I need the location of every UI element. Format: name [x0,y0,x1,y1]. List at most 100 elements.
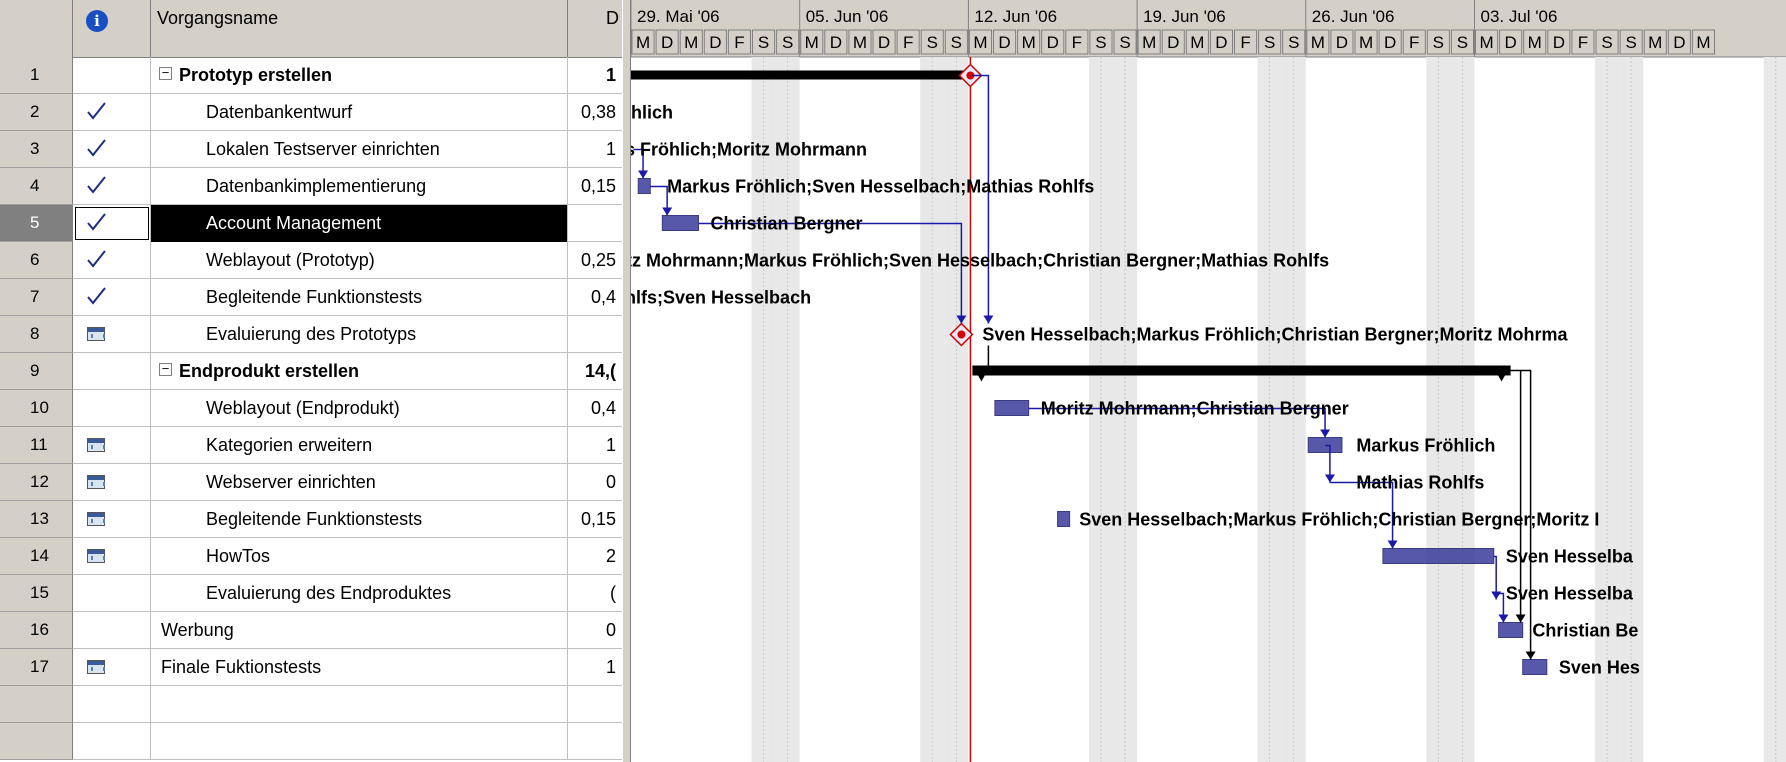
duration-cell[interactable]: 0,4 [568,390,622,427]
duration-cell[interactable]: 1 [568,57,622,94]
resource-label: itz Mohrmann;Markus Fröhlich;Sven Hessel… [631,251,1329,271]
day-label: F [1072,33,1082,52]
task-name-cell[interactable]: Kategorien erweitern [151,427,568,464]
day-label: D [1167,33,1179,52]
table-row[interactable]: 12 Webserver einrichten 0 [0,464,622,501]
day-label: M [1311,33,1325,52]
task-name-cell[interactable]: Weblayout (Endprodukt) [151,390,568,427]
header-task-name[interactable]: Vorgangsname [151,0,568,57]
table-row[interactable]: 16 Werbung 0 [0,612,622,649]
day-label: M [636,33,650,52]
duration-value: 0,15 [580,509,616,529]
task-name-cell[interactable] [151,686,568,723]
table-row[interactable]: 4 Datenbankimplementierung 0,15 [0,168,622,205]
duration-value: 0 [605,472,616,492]
link-4-5-arrow [662,207,673,216]
task-name-cell[interactable]: − Endprodukt erstellen [151,353,568,390]
task-name-cell[interactable]: − Prototyp erstellen [151,57,568,94]
row-number[interactable]: 10 [0,390,73,427]
empty-row[interactable] [0,723,622,760]
row-number-label: 14 [30,546,49,565]
table-row[interactable]: 9 − Endprodukt erstellen 14,( [0,353,622,390]
header-row-number[interactable] [0,0,73,57]
duration-cell[interactable]: 2 [568,538,622,575]
table-row[interactable]: 3 Lokalen Testserver einrichten 1 [0,131,622,168]
duration-cell[interactable]: ( [568,575,622,612]
duration-cell[interactable]: 0,38 [568,94,622,131]
row-number[interactable]: 11 [0,427,73,464]
task-name-cell[interactable]: Webserver einrichten [151,464,568,501]
row-number[interactable]: 13 [0,501,73,538]
table-row[interactable]: 8 Evaluierung des Prototyps [0,316,622,353]
task-name-cell[interactable] [151,723,568,760]
resource-label: Mathias Rohlfs [1356,473,1484,493]
duration-cell[interactable]: 1 [568,649,622,686]
row-number[interactable]: 14 [0,538,73,575]
task-name-cell[interactable]: Evaluierung des Endproduktes [151,575,568,612]
table-row[interactable]: 10 Weblayout (Endprodukt) 0,4 [0,390,622,427]
table-row[interactable]: 1 − Prototyp erstellen 1 [0,57,622,94]
table-row[interactable]: 2 Datenbankentwurf 0,38 [0,94,622,131]
row-number[interactable]: 8 [0,316,73,353]
duration-cell[interactable]: 0,25 [568,242,622,279]
row-number[interactable]: 1 [0,57,73,94]
row-number[interactable]: 4 [0,168,73,205]
collapse-icon[interactable]: − [159,362,172,376]
task-table: i Vorgangsname D 1− Prototyp erstellen 1 2 D… [0,0,622,762]
duration-cell[interactable]: 0,4 [568,279,622,316]
task-name-cell[interactable]: Begleitende Funktionstests [151,279,568,316]
summary-bar-endprodukt [972,365,1511,376]
row-number[interactable]: 12 [0,464,73,501]
task-name-cell[interactable]: Finale Fuktionstests [151,649,568,686]
task-name-cell[interactable]: Account Management [151,205,568,242]
table-row[interactable]: 5 Account Management [0,205,622,242]
task-name-cell[interactable]: Datenbankentwurf [151,94,568,131]
row-number[interactable]: 9 [0,353,73,390]
duration-cell[interactable] [568,316,622,353]
header-indicators[interactable]: i [73,0,151,57]
table-row[interactable]: 13 Begleitende Funktionstests 0,15 [0,501,622,538]
task-name-cell[interactable]: Werbung [151,612,568,649]
table-row[interactable]: 15 Evaluierung des Endproduktes ( [0,575,622,612]
collapse-icon[interactable]: − [159,66,172,80]
row-number[interactable]: 7 [0,279,73,316]
row-number-label: 11 [30,435,48,454]
table-row[interactable]: 14 HowTos 2 [0,538,622,575]
row-number[interactable]: 5 [0,205,73,242]
resource-label: Sven Hesselba [1506,584,1634,604]
row-number[interactable]: 3 [0,131,73,168]
table-row[interactable]: 11 Kategorien erweitern 1 [0,427,622,464]
duration-value: 0,25 [580,250,616,270]
duration-cell[interactable]: 0,15 [568,501,622,538]
task-name-cell[interactable]: Weblayout (Prototyp) [151,242,568,279]
row-number[interactable]: 2 [0,94,73,131]
resource-label: s Fröhlich;Moritz Mohrmann [631,140,867,160]
duration-cell[interactable]: 0 [568,464,622,501]
duration-cell[interactable]: 0 [568,612,622,649]
day-label: D [1505,33,1517,52]
table-row[interactable]: 17 Finale Fuktionstests 1 [0,649,622,686]
duration-cell[interactable] [568,205,622,242]
duration-cell[interactable]: 14,( [568,353,622,390]
duration-cell[interactable]: 1 [568,427,622,464]
row-number[interactable]: 6 [0,242,73,279]
row-number[interactable]: 16 [0,612,73,649]
task-name-cell[interactable]: Evaluierung des Prototyps [151,316,568,353]
header-duration[interactable]: D [568,0,622,57]
task-name-cell[interactable]: HowTos [151,538,568,575]
row-number[interactable] [0,686,73,723]
empty-row[interactable] [0,686,622,723]
duration-value: 1 [605,435,616,455]
table-row[interactable]: 7 Begleitende Funktionstests 0,4 [0,279,622,316]
table-row[interactable]: 6 Weblayout (Prototyp) 0,25 [0,242,622,279]
row-number[interactable]: 17 [0,649,73,686]
pane-splitter[interactable] [622,0,631,762]
row-number[interactable]: 15 [0,575,73,612]
row-number[interactable] [0,723,73,760]
task-name-cell[interactable]: Lokalen Testserver einrichten [151,131,568,168]
day-label: M [1142,33,1156,52]
duration-cell[interactable]: 0,15 [568,168,622,205]
task-name-cell[interactable]: Begleitende Funktionstests [151,501,568,538]
duration-cell[interactable]: 1 [568,131,622,168]
task-name-cell[interactable]: Datenbankimplementierung [151,168,568,205]
